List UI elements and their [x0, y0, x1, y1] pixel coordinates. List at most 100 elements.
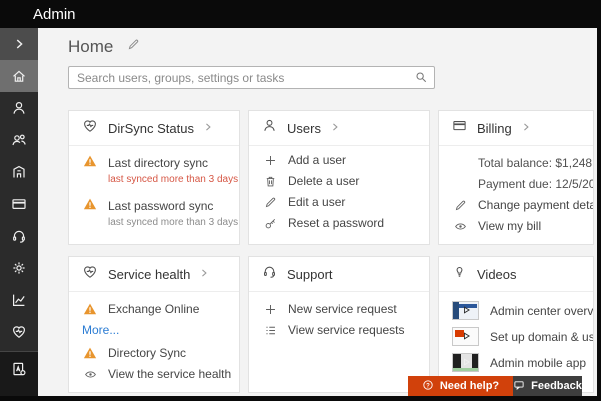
chevron-right-icon — [521, 119, 531, 137]
warning-icon — [82, 346, 98, 360]
key-icon — [262, 217, 278, 230]
view-bill-action[interactable]: View my bill — [452, 219, 580, 233]
delete-user-action[interactable]: Delete a user — [262, 174, 416, 188]
new-service-request-action[interactable]: New service request — [262, 302, 416, 316]
chart-icon — [11, 292, 27, 308]
numbered-list-icon — [262, 324, 278, 337]
card-title: Service health — [108, 267, 190, 282]
sidebar-item-reports[interactable] — [0, 284, 38, 316]
video-thumbnail — [452, 353, 479, 372]
sidebar-expand-button[interactable] — [0, 28, 38, 60]
card-support: Support New service request View service… — [248, 256, 430, 393]
dashboard-cards: DirSync Status Last directory sync last … — [68, 110, 594, 393]
sidebar-item-home[interactable] — [0, 60, 38, 92]
window-right-edge — [597, 0, 601, 401]
lightbulb-icon — [452, 264, 467, 284]
dirsync-directory-row[interactable]: Last directory sync last synced more tha… — [82, 154, 226, 185]
speech-bubble-icon — [513, 379, 525, 394]
warning-icon — [82, 302, 98, 316]
pencil-icon — [262, 196, 278, 209]
video-admin-center-overview[interactable]: Admin center overview — [452, 301, 580, 320]
reset-password-action[interactable]: Reset a password — [262, 216, 416, 230]
sidebar-bottom-section — [0, 351, 38, 396]
window-bottom-edge — [0, 396, 601, 401]
play-icon — [461, 302, 471, 320]
pencil-icon[interactable] — [127, 38, 140, 56]
question-circle-icon: ? — [422, 379, 434, 394]
video-admin-mobile-app[interactable]: Admin mobile app — [452, 353, 580, 372]
sync-status-detail: last synced more than 3 days ago — [108, 174, 240, 185]
sidebar-item-groups[interactable] — [0, 124, 38, 156]
feedback-button[interactable]: Feedback — [513, 376, 582, 396]
card-title: Users — [287, 121, 321, 136]
topbar: Admin — [0, 0, 601, 28]
video-setup-domain-users[interactable]: Set up domain & users — [452, 327, 580, 346]
card-videos: Videos Admin center overview — [438, 256, 594, 393]
sidebar-item-settings[interactable] — [0, 252, 38, 284]
more-link[interactable]: More... — [82, 323, 226, 337]
card-title: Videos — [477, 267, 517, 282]
search-icon — [414, 70, 428, 89]
warning-icon — [82, 197, 98, 211]
add-user-action[interactable]: Add a user — [262, 153, 416, 167]
total-balance-value: Total balance: $1,248.30 — [478, 156, 580, 170]
card-support-header[interactable]: Support — [249, 257, 429, 292]
card-users-header[interactable]: Users — [249, 111, 429, 146]
card-title: Billing — [477, 121, 512, 136]
search-container — [68, 66, 435, 89]
sidebar-item-resources[interactable] — [0, 156, 38, 188]
card-billing: Billing Total balance: $1,248.30 Payment… — [438, 110, 594, 245]
headset-icon — [262, 264, 277, 284]
sidebar-item-billing[interactable] — [0, 188, 38, 220]
play-icon — [461, 354, 471, 372]
card-videos-header[interactable]: Videos — [439, 257, 593, 292]
edit-user-action[interactable]: Edit a user — [262, 195, 416, 209]
app-title: Admin — [33, 6, 76, 23]
need-help-label: Need help? — [440, 380, 499, 392]
need-help-button[interactable]: ? Need help? — [408, 376, 513, 396]
plus-icon — [262, 154, 278, 167]
sync-status-label: Last directory sync — [108, 156, 208, 170]
user-icon — [262, 118, 277, 138]
admin-centers-icon — [11, 361, 27, 377]
page-header: Home — [68, 37, 140, 57]
sidebar-item-support[interactable] — [0, 220, 38, 252]
card-dirsync-status: DirSync Status Last directory sync last … — [68, 110, 240, 245]
sidebar-item-users[interactable] — [0, 92, 38, 124]
sidebar-item-health[interactable] — [0, 316, 38, 348]
search-input[interactable] — [68, 66, 435, 89]
trash-icon — [262, 175, 278, 188]
page-title: Home — [68, 37, 113, 57]
payment-due-value: Payment due: 12/5/2016 — [478, 177, 580, 191]
user-icon — [11, 100, 27, 116]
service-issue-row[interactable]: Exchange Online — [82, 302, 226, 316]
headset-icon — [11, 228, 27, 244]
dirsync-password-row[interactable]: Last password sync last synced more than… — [82, 197, 226, 228]
main-content: Home DirSync Status — [38, 28, 597, 396]
sidebar-item-admin-centers[interactable] — [0, 352, 38, 386]
view-service-requests-action[interactable]: View service requests — [262, 323, 416, 337]
chevron-right-icon — [203, 119, 213, 137]
sidebar — [0, 28, 38, 396]
video-thumbnail — [452, 301, 479, 320]
plus-icon — [262, 303, 278, 316]
groups-icon — [11, 132, 27, 148]
card-users: Users Add a user — [248, 110, 430, 245]
video-thumbnail — [452, 327, 479, 346]
card-dirsync-header[interactable]: DirSync Status — [69, 111, 239, 146]
change-payment-action[interactable]: Change payment details — [452, 198, 580, 212]
health-heart-icon — [11, 324, 27, 340]
play-icon — [461, 328, 471, 346]
billing-card-icon — [452, 118, 467, 138]
home-icon — [11, 68, 27, 84]
view-service-health-action[interactable]: View the service health — [82, 367, 226, 381]
service-issue-row[interactable]: Directory Sync — [82, 346, 226, 360]
heart-pulse-icon — [82, 118, 98, 139]
card-billing-header[interactable]: Billing — [439, 111, 593, 146]
gear-icon — [11, 260, 27, 276]
chevron-right-icon — [12, 37, 26, 51]
card-service-health-header[interactable]: Service health — [69, 257, 239, 292]
chevron-right-icon — [330, 119, 340, 137]
chevron-right-icon — [199, 265, 209, 283]
card-title: Support — [287, 267, 333, 282]
